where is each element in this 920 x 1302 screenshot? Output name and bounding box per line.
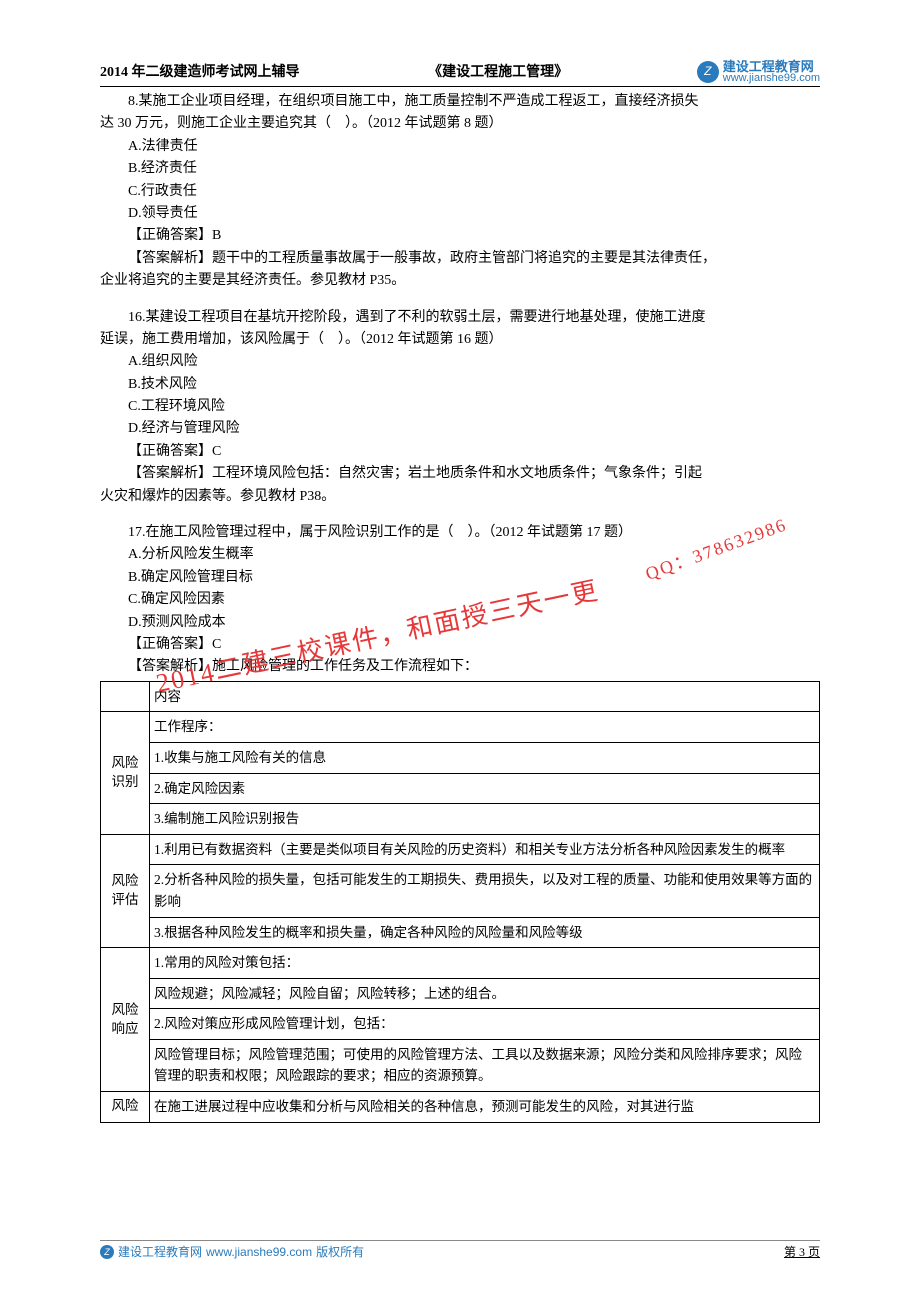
cell: 2.确定风险因素 (150, 773, 820, 804)
cell: 1.收集与施工风险有关的信息 (150, 742, 820, 773)
q8-stem-line2: 达 30 万元，则施工企业主要追究其（ ）。（2012 年试题第 8 题） (100, 113, 820, 135)
q16-explain-line1: 【答案解析】工程环境风险包括：自然灾害；岩土地质条件和水文地质条件；气象条件；引… (100, 463, 820, 485)
table-row: 3.根据各种风险发生的概率和损失量，确定各种风险的风险量和风险等级 (101, 917, 820, 948)
cell: 2.风险对策应形成风险管理计划，包括： (150, 1009, 820, 1040)
table-head-blank (101, 681, 150, 712)
q8-option-a: A.法律责任 (100, 136, 820, 158)
logo-icon: Z (697, 61, 719, 83)
q16-stem-line2: 延误，施工费用增加，该风险属于（ ）。（2012 年试题第 16 题） (100, 329, 820, 351)
table-row: 风险识别 工作程序： (101, 712, 820, 743)
q8-option-c: C.行政责任 (100, 181, 820, 203)
q17-answer: 【正确答案】C (100, 634, 820, 656)
table-row: 风险评估 1.利用已有数据资料（主要是类似项目有关风险的历史资料）和相关专业方法… (101, 834, 820, 865)
q8-explain-line2: 企业将追究的主要是其经济责任。参见教材 P35。 (100, 270, 820, 292)
cell: 风险规避；风险减轻；风险自留；风险转移；上述的组合。 (150, 978, 820, 1009)
table-row: 内容 (101, 681, 820, 712)
q16-option-d: D.经济与管理风险 (100, 418, 820, 440)
header-mid: 《建设工程施工管理》 (428, 62, 568, 84)
row-label-respond: 风险响应 (101, 948, 150, 1092)
q16-answer: 【正确答案】C (100, 441, 820, 463)
q16-stem-line1: 16.某建设工程项目在基坑开挖阶段，遇到了不利的软弱土层，需要进行地基处理，使施… (100, 307, 820, 329)
q16-option-a: A.组织风险 (100, 351, 820, 373)
risk-table: 内容 风险识别 工作程序： 1.收集与施工风险有关的信息 2.确定风险因素 3.… (100, 681, 820, 1123)
footer-site: 建设工程教育网 (118, 1243, 202, 1262)
table-row: 2.确定风险因素 (101, 773, 820, 804)
q8-answer: 【正确答案】B (100, 225, 820, 247)
footer: Z 建设工程教育网 www.jianshe99.com 版权所有 第 3 页 (100, 1240, 820, 1262)
q16-option-c: C.工程环境风险 (100, 396, 820, 418)
logo-url: www.jianshe99.com (723, 73, 820, 84)
row-label-assess: 风险评估 (101, 834, 150, 947)
spacer (100, 508, 820, 522)
cell: 工作程序： (150, 712, 820, 743)
q8-option-b: B.经济责任 (100, 158, 820, 180)
q8-explain-line1: 【答案解析】题干中的工程质量事故属于一般事故，政府主管部门将追究的主要是其法律责… (100, 248, 820, 270)
logo: Z 建设工程教育网 www.jianshe99.com (697, 60, 820, 84)
cell: 在施工进展过程中应收集和分析与风险相关的各种信息，预测可能发生的风险，对其进行监 (150, 1092, 820, 1123)
q17-option-d: D.预测风险成本 (100, 612, 820, 634)
row-label-identify: 风险识别 (101, 712, 150, 834)
table-row: 风险 在施工进展过程中应收集和分析与风险相关的各种信息，预测可能发生的风险，对其… (101, 1092, 820, 1123)
cell: 1.利用已有数据资料（主要是类似项目有关风险的历史资料）和相关专业方法分析各种风… (150, 834, 820, 865)
cell: 2.分析各种风险的损失量，包括可能发生的工期损失、费用损失，以及对工程的质量、功… (150, 865, 820, 917)
cell: 风险管理目标；风险管理范围；可使用的风险管理方法、工具以及数据来源；风险分类和风… (150, 1039, 820, 1091)
spacer (100, 293, 820, 307)
footer-copyright: 版权所有 (316, 1243, 364, 1262)
table-row: 1.收集与施工风险有关的信息 (101, 742, 820, 773)
q8-option-d: D.领导责任 (100, 203, 820, 225)
q17-option-b: B.确定风险管理目标 (100, 567, 820, 589)
page-number: 第 3 页 (784, 1243, 820, 1262)
q8-stem-line1: 8.某施工企业项目经理，在组织项目施工中，施工质量控制不严造成工程返工，直接经济… (100, 91, 820, 113)
q16-option-b: B.技术风险 (100, 374, 820, 396)
table-row: 风险规避；风险减轻；风险自留；风险转移；上述的组合。 (101, 978, 820, 1009)
q16-explain-line2: 火灾和爆炸的因素等。参见教材 P38。 (100, 486, 820, 508)
table-row: 风险管理目标；风险管理范围；可使用的风险管理方法、工具以及数据来源；风险分类和风… (101, 1039, 820, 1091)
header-left: 2014 年二级建造师考试网上辅导 (100, 62, 300, 84)
page-header: 2014 年二级建造师考试网上辅导 《建设工程施工管理》 Z 建设工程教育网 w… (100, 60, 820, 87)
footer-logo-icon: Z (100, 1245, 114, 1259)
table-row: 3.编制施工风险识别报告 (101, 804, 820, 835)
q17-option-a: A.分析风险发生概率 (100, 544, 820, 566)
table-row: 2.分析各种风险的损失量，包括可能发生的工期损失、费用损失，以及对工程的质量、功… (101, 865, 820, 917)
table-row: 风险响应 1.常用的风险对策包括： (101, 948, 820, 979)
q17-explain: 【答案解析】施工风险管理的工作任务及工作流程如下： (100, 656, 820, 678)
q17-option-c: C.确定风险因素 (100, 589, 820, 611)
page: 2014 年二级建造师考试网上辅导 《建设工程施工管理》 Z 建设工程教育网 w… (0, 0, 920, 1302)
table-row: 2.风险对策应形成风险管理计划，包括： (101, 1009, 820, 1040)
cell: 3.编制施工风险识别报告 (150, 804, 820, 835)
cell: 1.常用的风险对策包括： (150, 948, 820, 979)
footer-url: www.jianshe99.com (206, 1243, 312, 1262)
q17-stem: 17.在施工风险管理过程中，属于风险识别工作的是（ ）。（2012 年试题第 1… (100, 522, 820, 544)
row-label-monitor: 风险 (101, 1092, 150, 1123)
table-head-content: 内容 (150, 681, 820, 712)
cell: 3.根据各种风险发生的概率和损失量，确定各种风险的风险量和风险等级 (150, 917, 820, 948)
